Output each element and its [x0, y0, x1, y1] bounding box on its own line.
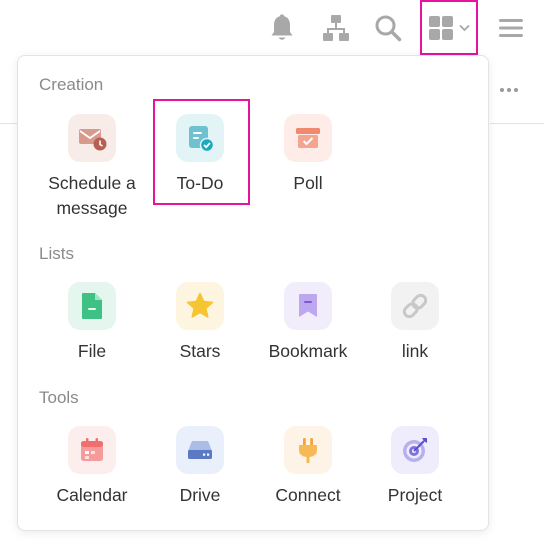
more-options-icon[interactable]: [500, 83, 520, 97]
link-icon: [391, 282, 439, 330]
menu-item-bookmark[interactable]: Bookmark: [254, 282, 362, 364]
menu-item-project[interactable]: Project: [361, 426, 469, 508]
menu-item-stars[interactable]: Stars: [146, 282, 254, 364]
calendar-icon: [68, 426, 116, 474]
section-title-tools: Tools: [39, 388, 79, 407]
menu-item-label: Drive: [179, 485, 221, 505]
menu-item-label: Calendar: [56, 485, 128, 505]
background-divider: [0, 123, 17, 124]
hamburger-menu-icon[interactable]: [497, 12, 525, 44]
menu-item-label: File: [77, 341, 107, 361]
top-toolbar: [0, 0, 544, 58]
menu-item-drive[interactable]: Drive: [146, 426, 254, 508]
bookmark-icon: [284, 282, 332, 330]
menu-item-label: Poll: [293, 173, 323, 193]
background-divider: [490, 123, 544, 124]
apps-dropdown-panel: Creation Schedule a message To-Do Poll L…: [17, 55, 489, 531]
menu-item-link[interactable]: link: [361, 282, 469, 364]
org-chart-icon[interactable]: [321, 12, 351, 44]
menu-item-label: Stars: [179, 341, 221, 361]
menu-item-label: Schedule a message: [48, 173, 136, 218]
highlight-box: [153, 99, 250, 205]
bell-icon[interactable]: [268, 12, 296, 44]
chevron-down-icon: [459, 24, 470, 32]
section-title-lists: Lists: [39, 244, 74, 263]
menu-item-calendar[interactable]: Calendar: [38, 426, 146, 508]
search-icon[interactable]: [373, 12, 403, 44]
connect-plug-icon: [284, 426, 332, 474]
menu-item-label: Project: [387, 485, 443, 505]
apps-grid-icon: [428, 15, 454, 41]
menu-item-label: Connect: [275, 485, 341, 505]
section-title-creation: Creation: [39, 75, 104, 94]
apps-menu-button[interactable]: [420, 0, 478, 55]
menu-item-label: link: [401, 341, 429, 361]
menu-item-poll[interactable]: Poll: [254, 114, 362, 196]
star-icon: [176, 282, 224, 330]
schedule-message-icon: [68, 114, 116, 162]
drive-icon: [176, 426, 224, 474]
project-target-icon: [391, 426, 439, 474]
menu-item-schedule-message[interactable]: Schedule a message: [38, 114, 146, 221]
menu-item-connect[interactable]: Connect: [254, 426, 362, 508]
poll-icon: [284, 114, 332, 162]
menu-item-label: Bookmark: [268, 341, 348, 361]
menu-item-file[interactable]: File: [38, 282, 146, 364]
file-icon: [68, 282, 116, 330]
